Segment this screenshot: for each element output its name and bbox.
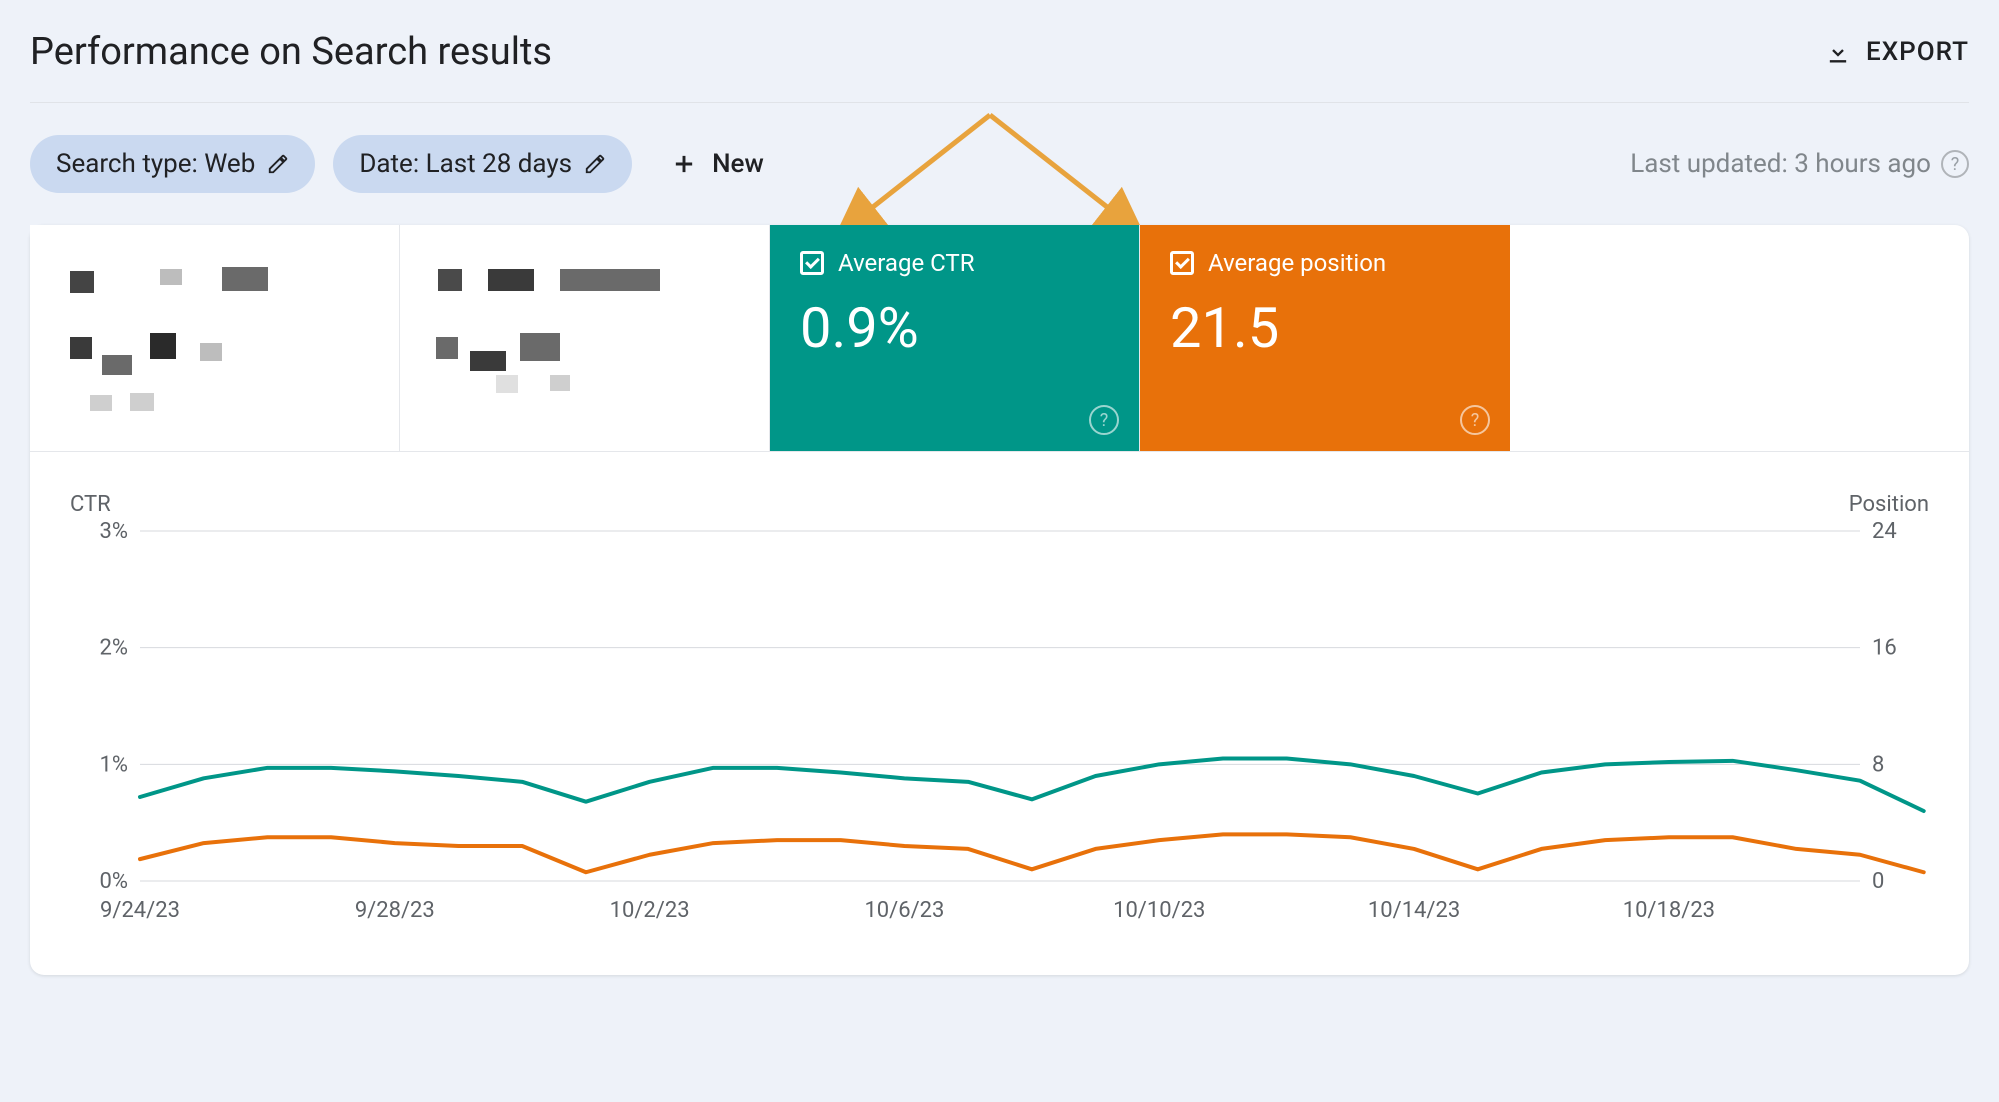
- svg-text:9/24/23: 9/24/23: [100, 898, 180, 923]
- metric-box-position[interactable]: Average position 21.5 ?: [1140, 225, 1510, 451]
- svg-text:8: 8: [1872, 752, 1884, 777]
- svg-text:10/14/23: 10/14/23: [1368, 898, 1460, 923]
- help-icon[interactable]: ?: [1460, 405, 1490, 435]
- download-icon: [1824, 38, 1852, 66]
- svg-text:10/2/23: 10/2/23: [610, 898, 690, 923]
- metric-box-redacted-1[interactable]: [30, 225, 400, 451]
- add-filter-label: New: [712, 149, 764, 179]
- svg-text:9/28/23: 9/28/23: [355, 898, 435, 923]
- pencil-icon: [267, 153, 289, 175]
- chart-area: CTR Position 0% 0 1% 8 2% 16 3% 24 9/24/23 9/28/2…: [30, 452, 1969, 975]
- svg-text:16: 16: [1872, 636, 1897, 661]
- performance-card: Average CTR 0.9% ? Average position 21.5…: [30, 225, 1969, 975]
- left-axis-label: CTR: [70, 492, 111, 517]
- svg-text:0%: 0%: [100, 869, 128, 894]
- export-label: EXPORT: [1866, 37, 1969, 67]
- filter-date-range[interactable]: Date: Last 28 days: [333, 135, 632, 193]
- performance-line-chart: 0% 0 1% 8 2% 16 3% 24 9/24/23 9/28/23 10/2/23 10/6/…: [70, 521, 1930, 941]
- checkbox-icon: [800, 251, 824, 275]
- svg-text:3%: 3%: [100, 521, 128, 544]
- pencil-icon: [584, 153, 606, 175]
- right-axis-label: Position: [1849, 492, 1929, 517]
- svg-text:10/6/23: 10/6/23: [864, 898, 944, 923]
- metric-ctr-value: 0.9%: [800, 295, 1109, 361]
- filter-search-type[interactable]: Search type: Web: [30, 135, 315, 193]
- checkbox-icon: [1170, 251, 1194, 275]
- metric-ctr-label: Average CTR: [838, 249, 975, 277]
- metric-position-value: 21.5: [1170, 295, 1480, 361]
- filter-date-label: Date: Last 28 days: [359, 149, 572, 179]
- add-filter-button[interactable]: New: [670, 149, 764, 179]
- svg-text:10/18/23: 10/18/23: [1623, 898, 1715, 923]
- svg-text:0: 0: [1872, 869, 1884, 894]
- help-icon[interactable]: ?: [1089, 405, 1119, 435]
- last-updated-text: Last updated: 3 hours ago: [1630, 149, 1931, 179]
- plus-icon: [670, 150, 698, 178]
- page-header: Performance on Search results EXPORT: [30, 30, 1969, 103]
- metric-box-ctr[interactable]: Average CTR 0.9% ?: [770, 225, 1140, 451]
- export-button[interactable]: EXPORT: [1824, 37, 1969, 67]
- svg-text:10/10/23: 10/10/23: [1113, 898, 1205, 923]
- filters-left: Search type: Web Date: Last 28 days New: [30, 135, 764, 193]
- metrics-row: Average CTR 0.9% ? Average position 21.5…: [30, 225, 1969, 452]
- filters-bar: Search type: Web Date: Last 28 days New …: [30, 103, 1969, 225]
- svg-text:24: 24: [1872, 521, 1897, 544]
- svg-text:2%: 2%: [100, 636, 128, 661]
- last-updated: Last updated: 3 hours ago ?: [1630, 149, 1969, 179]
- metric-position-label: Average position: [1208, 249, 1386, 277]
- page-title: Performance on Search results: [30, 30, 552, 74]
- svg-text:1%: 1%: [100, 752, 128, 777]
- metric-box-redacted-2[interactable]: [400, 225, 770, 451]
- filter-search-type-label: Search type: Web: [56, 149, 255, 179]
- help-icon[interactable]: ?: [1941, 150, 1969, 178]
